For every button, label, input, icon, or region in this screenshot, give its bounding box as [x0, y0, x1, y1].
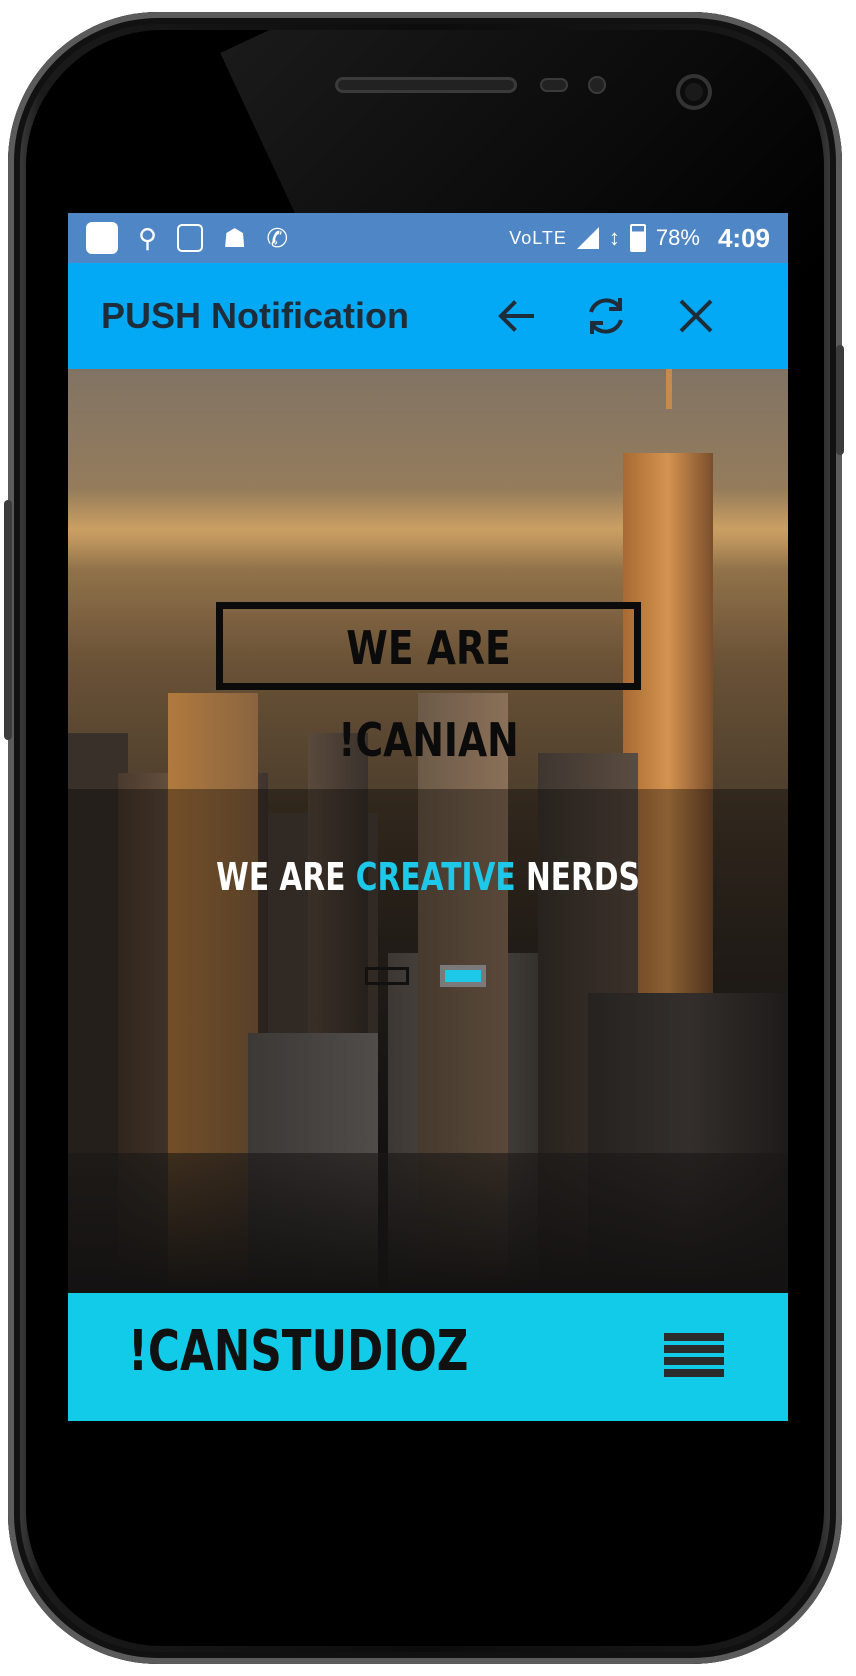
refresh-icon[interactable] — [582, 292, 630, 340]
volte-indicator: VoLTE — [509, 227, 567, 248]
slide-indicator-1[interactable] — [365, 967, 409, 985]
tagline-start: WE ARE — [216, 855, 356, 899]
hamburger-menu-icon[interactable] — [664, 1333, 724, 1381]
app-notification-icon — [86, 222, 118, 254]
brand-logo[interactable]: !CANSTUDIOZ — [128, 1293, 468, 1411]
screen-bottom — [68, 1421, 788, 1493]
hero-slider: WE ARE !CANIAN WE ARE CREATIVE NERDS — [68, 369, 788, 1293]
slide-indicator-2-active[interactable] — [440, 965, 486, 987]
front-camera — [676, 74, 712, 110]
arrow-left-icon[interactable] — [492, 292, 540, 340]
page-title: PUSH Notification — [101, 295, 410, 336]
clock: 4:09 — [717, 222, 770, 253]
battery-icon — [629, 224, 646, 252]
usb-icon: ⚲ — [138, 223, 158, 253]
status-bar: ⚲ ☗ ✆ VoLTE ↕ 78% 4:09 — [68, 213, 788, 263]
footer-bar: !CANSTUDIOZ — [68, 1293, 788, 1421]
app-bar: PUSH Notification — [68, 263, 788, 369]
signal-icon — [576, 227, 599, 249]
data-activity-icon: ↕ — [608, 225, 620, 250]
device-screen: ⚲ ☗ ✆ VoLTE ↕ 78% 4:09 PUSH Notification — [68, 213, 788, 1493]
power-button — [836, 345, 844, 455]
banner-heading: WE ARE !CANIAN — [338, 621, 519, 767]
earpiece-speaker — [335, 77, 517, 93]
system-indicators: VoLTE ↕ 78% 4:09 — [509, 213, 770, 263]
calculator-icon — [177, 224, 204, 252]
tower-spire — [666, 369, 672, 409]
light-sensor — [588, 76, 606, 94]
close-icon[interactable] — [672, 292, 720, 340]
tagline-accent: CREATIVE — [355, 855, 516, 899]
battery-percent: 78% — [655, 225, 700, 250]
volume-button — [4, 500, 12, 740]
call-message-icon: ✆ — [266, 223, 289, 253]
proximity-sensor — [540, 78, 568, 92]
android-icon: ☗ — [223, 223, 247, 253]
tagline-end: NERDS — [515, 855, 640, 899]
tagline: WE ARE CREATIVE NERDS — [147, 855, 709, 899]
notification-icons: ⚲ ☗ ✆ — [86, 222, 288, 254]
